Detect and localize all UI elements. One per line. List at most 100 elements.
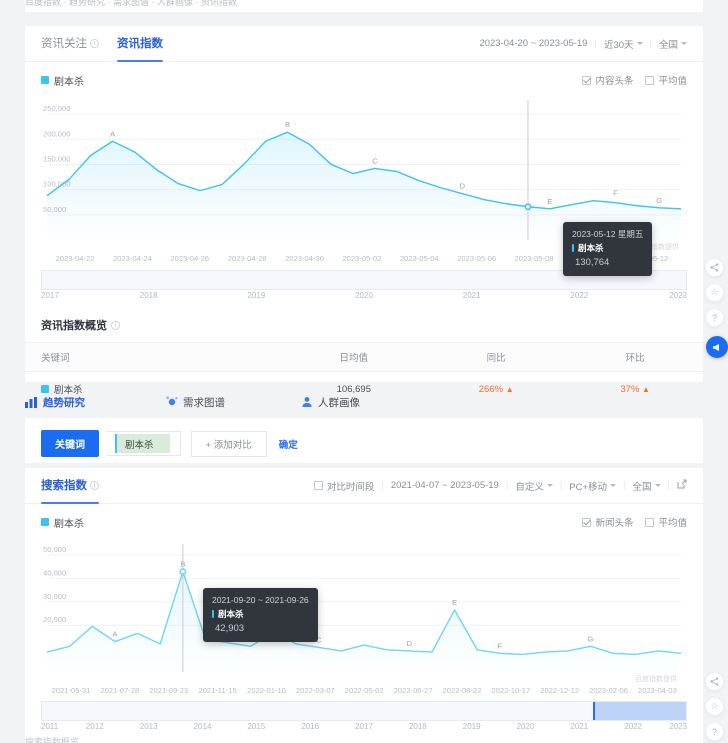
news-tabs-row: 资讯关注 i 资讯指数 2023-04-20 ~ 2023-05-19 | 近3… — [25, 26, 703, 62]
brush-year-tick: 2020 — [355, 291, 373, 300]
tooltip-date: 2021-09-20 ~ 2021-09-26 — [212, 594, 309, 606]
tab-search-index[interactable]: 搜索指数 i — [41, 468, 99, 504]
checkbox-compare-period[interactable]: 对比时间段 — [314, 479, 375, 493]
checkbox-icon — [645, 518, 654, 527]
keyword-button[interactable]: 关键词 — [41, 430, 99, 457]
search-header-row: 搜索指数 i 对比时间段 | 2021-04-07 ~ 2023-05-19 |… — [25, 468, 703, 504]
tooltip-series-name: 剧本杀 — [218, 608, 244, 620]
divider: | — [623, 480, 625, 491]
news-region-dropdown[interactable]: 全国 — [659, 37, 687, 51]
search-brush[interactable]: 2011201220132014201520162017201820192020… — [41, 701, 687, 736]
info-icon[interactable]: i — [111, 321, 120, 330]
svg-text:2023-05-08: 2023-05-08 — [515, 254, 554, 263]
search-date-range[interactable]: 2021-04-07 ~ 2023-05-19 — [391, 480, 499, 491]
col-mom: 环比 — [567, 343, 703, 372]
bottom-cut-text: 搜索指数概览 — [25, 737, 79, 743]
news-range-preset-label: 近30天 — [604, 37, 634, 51]
checkbox-search-headline[interactable]: 新闻头条 — [582, 515, 633, 529]
svg-text:30,000: 30,000 — [43, 592, 66, 601]
chevron-down-icon — [655, 484, 661, 487]
brush-year-tick: 2015 — [247, 722, 265, 731]
search-region-dropdown[interactable]: 全国 — [633, 479, 661, 493]
brush-year-tick: 2011 — [41, 722, 58, 731]
nav-item-demand-graph-label: 需求图谱 — [183, 395, 225, 410]
legend-item-keyword[interactable]: 剧本杀 — [41, 515, 84, 530]
search-brush-handle-left[interactable] — [593, 702, 595, 720]
svg-text:250,000: 250,000 — [43, 104, 70, 113]
search-range-preset-dropdown[interactable]: 自定义 — [515, 479, 553, 493]
share-icon[interactable] — [705, 672, 724, 691]
svg-text:E: E — [452, 598, 457, 607]
graph-icon — [165, 396, 178, 409]
svg-text:2022-10-17: 2022-10-17 — [491, 686, 530, 695]
search-legend-row: 剧本杀 新闻头条 平均值 — [25, 510, 703, 534]
legend-item-keyword[interactable]: 剧本杀 — [41, 73, 84, 88]
svg-text:2023-04-26: 2023-04-26 — [170, 254, 209, 263]
overview-title: 资讯指数概览 — [41, 317, 107, 333]
search-region-label: 全国 — [633, 479, 652, 493]
brush-year-tick: 2013 — [140, 722, 158, 731]
brush-year-tick: 2016 — [301, 722, 319, 731]
brush-year-tick: 2012 — [86, 722, 104, 731]
brush-year-tick: 2022 — [624, 722, 642, 731]
nav-item-audience[interactable]: 人群画像 — [300, 395, 360, 410]
tab-news-index-label: 资讯指数 — [117, 26, 163, 62]
svg-text:F: F — [613, 189, 618, 198]
svg-text:2022-05-02: 2022-05-02 — [345, 686, 384, 695]
search-device-dropdown[interactable]: PC+移动 — [569, 479, 616, 493]
brush-year-tick: 2019 — [247, 291, 265, 300]
checkbox-search-average-label: 平均值 — [658, 515, 687, 529]
tab-news-index[interactable]: 资讯指数 — [117, 26, 163, 62]
add-compare-button[interactable]: + 添加对比 — [191, 431, 267, 457]
svg-text:2021-11-15: 2021-11-15 — [198, 686, 236, 695]
divider: | — [381, 480, 383, 491]
svg-text:40,000: 40,000 — [43, 568, 66, 577]
legend-label: 剧本杀 — [54, 73, 84, 88]
top-cut-strip: 百度指数 · 趋势研究 · 需求图谱 · 人群画像 · 资讯指数 — [25, 0, 703, 12]
search-brush-selection[interactable] — [593, 702, 686, 720]
checkbox-news-headline[interactable]: 内容头条 — [582, 73, 633, 87]
brush-year-tick: 2022 — [570, 291, 588, 300]
nav-item-demand-graph[interactable]: 需求图谱 — [165, 395, 300, 410]
info-icon[interactable]: i — [90, 481, 99, 490]
svg-text:2023-05-02: 2023-05-02 — [342, 254, 381, 263]
share-icon[interactable] — [705, 258, 724, 277]
feedback-fab-button[interactable] — [706, 336, 728, 358]
background-gap — [0, 12, 728, 26]
svg-text:G: G — [656, 196, 662, 205]
legend-swatch-icon — [41, 518, 49, 526]
search-brush-track[interactable] — [41, 701, 687, 721]
keyword-bar: 关键词 剧本杀 + 添加对比 确定 — [25, 418, 703, 469]
confirm-button[interactable]: 确定 — [279, 437, 298, 451]
checkbox-icon — [645, 76, 654, 85]
favorite-icon[interactable]: ☆ — [705, 697, 724, 716]
export-icon[interactable] — [677, 479, 687, 492]
news-chart-wrap: 250,000200,000150,000100,00050,000ABCDEF… — [25, 92, 703, 264]
overview-title-row: 资讯指数概览 i — [25, 306, 703, 342]
tooltip-value: 42,903 — [212, 622, 309, 636]
divider: | — [560, 480, 562, 491]
help-icon[interactable]: ? — [705, 722, 724, 741]
news-index-panel: 资讯关注 i 资讯指数 2023-04-20 ~ 2023-05-19 | 近3… — [25, 26, 703, 326]
news-date-range[interactable]: 2023-04-20 ~ 2023-05-19 — [479, 38, 587, 49]
search-index-chart[interactable]: 50,00040,00030,00020,000ABCDEFG2021-05-3… — [41, 534, 687, 696]
news-range-preset-dropdown[interactable]: 近30天 — [604, 37, 643, 51]
help-icon[interactable]: ? — [705, 308, 724, 327]
tab-news-attention[interactable]: 资讯关注 i — [41, 26, 99, 62]
checkbox-search-average[interactable]: 平均值 — [645, 515, 687, 529]
keyword-chip[interactable]: 剧本杀 — [115, 434, 170, 453]
news-brush-ticks: 2017201820192020202120222023 — [41, 291, 687, 305]
tooltip-series-row: 剧本杀 — [572, 242, 643, 254]
checkbox-news-average[interactable]: 平均值 — [645, 73, 687, 87]
brush-year-tick: 2017 — [355, 722, 373, 731]
chevron-down-icon — [610, 484, 616, 487]
divider: | — [668, 480, 670, 491]
divider: | — [506, 480, 508, 491]
svg-text:B: B — [285, 120, 290, 129]
chevron-down-icon — [681, 42, 687, 45]
checkbox-news-headline-label: 内容头条 — [595, 73, 633, 87]
nav-item-trend[interactable]: 趋势研究 — [25, 395, 165, 410]
favorite-icon[interactable]: ☆ — [705, 283, 724, 302]
tab-news-attention-label: 资讯关注 — [41, 26, 87, 62]
info-icon[interactable]: i — [90, 39, 99, 48]
